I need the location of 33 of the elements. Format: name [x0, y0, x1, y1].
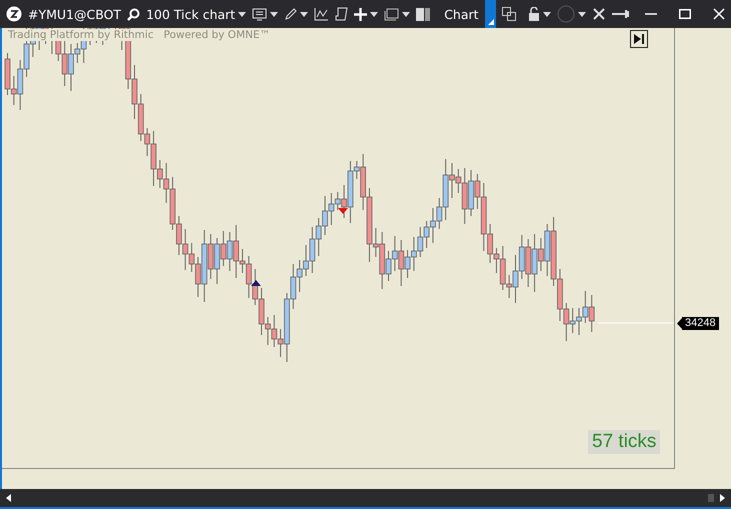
buy-arrow-icon — [251, 280, 261, 286]
caret-icon[interactable] — [300, 12, 308, 16]
caret-icon[interactable] — [402, 12, 410, 16]
panel-icon[interactable] — [416, 8, 430, 20]
caret-icon[interactable] — [542, 12, 551, 16]
scroll-to-end-button[interactable] — [630, 30, 648, 48]
chart-type-dropdown[interactable]: 100 Tick chart — [146, 6, 236, 22]
line-chart-icon[interactable] — [314, 8, 330, 20]
caret-icon[interactable] — [270, 12, 278, 16]
logo-icon[interactable] — [6, 6, 22, 22]
scroll-right-icon[interactable] — [720, 494, 725, 502]
window-title: Chart — [444, 6, 479, 22]
caret-icon[interactable] — [578, 12, 586, 16]
monitor-icon[interactable] — [252, 8, 268, 20]
skip-to-end-icon[interactable] — [634, 34, 644, 44]
corner-triangle-icon[interactable] — [488, 19, 494, 25]
document-icon[interactable] — [335, 7, 348, 21]
corner-marker[interactable] — [484, 0, 496, 28]
scroll-left-icon[interactable] — [6, 494, 11, 502]
tick-counter: 57 ticks — [588, 430, 660, 454]
caret-icon[interactable] — [370, 12, 378, 16]
scroll-thumb[interactable] — [708, 494, 714, 502]
plus-icon[interactable] — [354, 8, 368, 20]
close-icon[interactable] — [713, 8, 725, 20]
link-windows-icon[interactable] — [502, 7, 516, 21]
sell-arrow-icon — [338, 208, 348, 214]
search-icon[interactable] — [127, 8, 140, 20]
window-icon[interactable] — [384, 8, 400, 20]
caret-icon[interactable] — [238, 12, 246, 16]
lock-icon[interactable] — [528, 7, 540, 21]
symbol-label[interactable]: #YMU1@CBOT — [28, 6, 122, 22]
pencil-icon[interactable] — [284, 8, 298, 20]
maximize-icon[interactable] — [679, 8, 691, 20]
